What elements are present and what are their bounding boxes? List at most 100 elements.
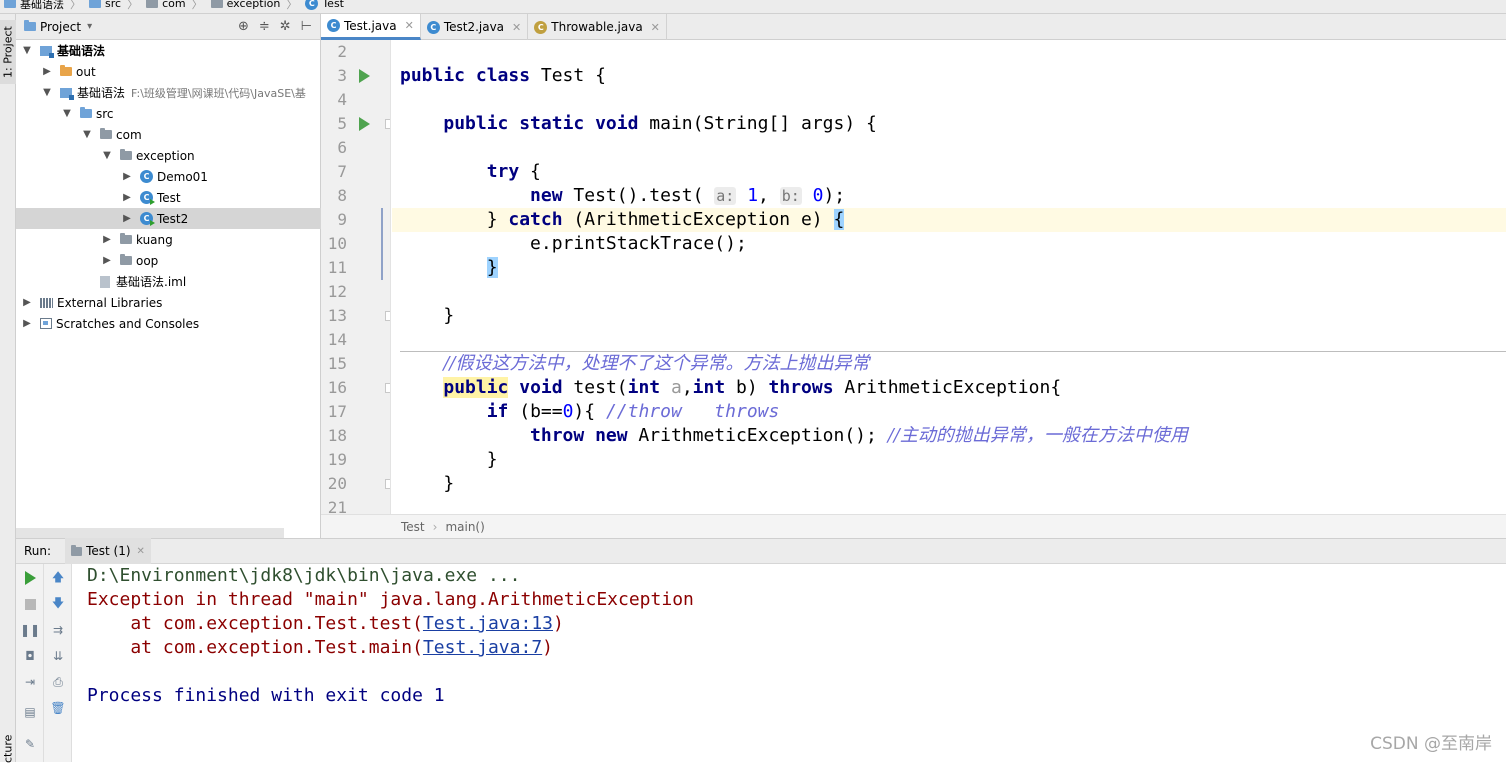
layout-icon[interactable]: ▤: [22, 704, 38, 720]
folder-blue-icon: [80, 107, 92, 118]
package-icon: [120, 254, 132, 265]
chevron-right-icon[interactable]: ▶: [120, 192, 134, 203]
chevron-right-icon[interactable]: ▶: [20, 318, 34, 329]
chevron-right-icon[interactable]: ▶: [120, 213, 134, 224]
trash-icon[interactable]: 🗑: [50, 700, 66, 716]
hide-icon[interactable]: ⊢: [301, 19, 312, 34]
tab-throwable-java[interactable]: C Throwable.java ✕: [528, 14, 667, 40]
collapse-icon[interactable]: ≑: [259, 19, 270, 34]
line-number: 15: [327, 354, 347, 373]
tree-item[interactable]: ▶ External Libraries: [16, 292, 321, 313]
close-icon[interactable]: ✕: [405, 19, 414, 32]
pause-icon[interactable]: ❚❚: [20, 622, 40, 638]
arrow-down-icon[interactable]: 🡇: [50, 596, 66, 612]
tree-item[interactable]: ▼ com: [16, 124, 321, 145]
project-panel-title[interactable]: Project: [40, 20, 81, 34]
horizontal-scrollbar[interactable]: [16, 528, 284, 538]
breadcrumb-item[interactable]: C Test: [301, 0, 348, 10]
gear-icon[interactable]: ✲: [280, 19, 291, 34]
exit-icon[interactable]: ⇥: [22, 674, 38, 690]
code-line: if (b==0){ //throw throws: [486, 401, 780, 422]
chevron-down-icon[interactable]: ▼: [20, 45, 34, 56]
fold-marker-icon[interactable]: [385, 383, 390, 393]
tree-item[interactable]: ▶ kuang: [16, 229, 321, 250]
tree-item[interactable]: ▶ out: [16, 61, 321, 82]
code-line: public void test(int a,int b) throws Ari…: [443, 377, 1062, 398]
chevron-right-icon[interactable]: ▶: [100, 234, 114, 245]
fold-marker-icon[interactable]: [385, 479, 390, 489]
close-icon[interactable]: ✕: [137, 546, 145, 557]
tab-test2-java[interactable]: C Test2.java ✕: [421, 14, 529, 40]
breadcrumb-class[interactable]: Test: [401, 520, 425, 534]
tree-item[interactable]: ▼ exception: [16, 145, 321, 166]
code-line: //假设这方法中，处理不了这个异常。方法上抛出异常: [443, 353, 870, 374]
breadcrumb-item[interactable]: 基础语法〉: [0, 0, 85, 12]
tree-item[interactable]: ▶ Scratches and Consoles: [16, 313, 321, 334]
stack-trace-link[interactable]: Test.java:13: [423, 613, 553, 634]
arrow-up-icon[interactable]: 🡅: [50, 570, 66, 586]
print-icon[interactable]: ⎙: [50, 674, 66, 690]
run-gutter-icon[interactable]: [359, 69, 370, 83]
class-icon: C: [305, 0, 319, 10]
code-line: public static void main(String[] args) {: [443, 113, 877, 134]
fold-marker-icon[interactable]: [385, 311, 390, 321]
breadcrumb-item[interactable]: src 〉: [85, 0, 142, 12]
fold-marker-icon[interactable]: [385, 119, 390, 129]
tree-item[interactable]: ▼ 基础语法 F:\班级管理\网课班\代码\JavaSE\基: [16, 82, 321, 103]
code-line: public class Test {: [400, 65, 606, 86]
left-tool-strip: 1: Project cture: [0, 14, 16, 764]
chevron-right-icon[interactable]: ▶: [20, 297, 34, 308]
structure-tool-tab[interactable]: cture: [0, 734, 16, 764]
folder-icon: [89, 0, 101, 8]
soft-wrap-icon[interactable]: ⇉: [50, 622, 66, 638]
stack-trace-link[interactable]: Test.java:7: [423, 637, 542, 658]
line-number: 9: [337, 210, 347, 229]
tree-item[interactable]: ▼ 基础语法: [16, 40, 321, 61]
code-line: try {: [486, 161, 541, 182]
chevron-down-icon[interactable]: ▾: [87, 21, 92, 32]
package-icon: [120, 233, 132, 244]
vcs-change-marker[interactable]: [381, 208, 383, 280]
breadcrumb-method[interactable]: main(): [445, 520, 484, 534]
chevron-down-icon[interactable]: ▼: [40, 87, 54, 98]
dump-threads-icon[interactable]: ◘: [22, 648, 38, 664]
run-toolbar-primary: ❚❚ ◘ ⇥ ▤ ✎: [16, 564, 44, 762]
console-output[interactable]: D:\Environment\jdk8\jdk\bin\java.exe ...…: [72, 564, 1506, 762]
line-number: 17: [327, 402, 347, 421]
console-exception-line: Exception in thread "main" java.lang.Ari…: [87, 589, 694, 610]
chevron-down-icon[interactable]: ▼: [80, 129, 94, 140]
chevron-right-icon[interactable]: ▶: [120, 171, 134, 182]
run-gutter-icon[interactable]: [359, 117, 370, 131]
tree-item[interactable]: ▶ C Test2: [16, 208, 321, 229]
watermark: CSDN @至南岸: [1370, 734, 1492, 754]
stop-icon[interactable]: [22, 596, 38, 612]
line-number: 21: [327, 498, 347, 514]
chevron-right-icon[interactable]: ▶: [40, 66, 54, 77]
tree-item[interactable]: ▼ src: [16, 103, 321, 124]
code-editor[interactable]: public class Test { public static void m…: [392, 40, 1506, 514]
close-icon[interactable]: ✕: [651, 21, 660, 34]
tab-run-test[interactable]: Test (1) ✕: [65, 538, 151, 564]
tree-item[interactable]: 基础语法.iml: [16, 271, 321, 292]
project-tool-tab[interactable]: 1: Project: [0, 20, 16, 84]
rerun-icon[interactable]: [22, 570, 38, 586]
pin-icon[interactable]: ✎: [22, 736, 38, 752]
close-icon[interactable]: ✕: [512, 21, 521, 34]
tree-item[interactable]: ▶ C Demo01: [16, 166, 321, 187]
breadcrumb-item[interactable]: com 〉: [142, 0, 207, 12]
scroll-to-end-icon[interactable]: ⇊: [50, 648, 66, 664]
chevron-down-icon[interactable]: ▼: [100, 150, 114, 161]
tree-item-label: src: [96, 106, 114, 121]
chevron-right-icon[interactable]: ▶: [100, 255, 114, 266]
line-number: 5: [337, 114, 347, 133]
tree-item[interactable]: ▶ oop: [16, 250, 321, 271]
tab-test-java[interactable]: C Test.java ✕: [321, 14, 421, 40]
tree-item[interactable]: ▶ C Test: [16, 187, 321, 208]
tree-item-label: 基础语法: [57, 44, 106, 58]
tree-item-label: Test: [157, 190, 181, 205]
breadcrumb-item[interactable]: exception 〉: [207, 0, 302, 12]
locate-icon[interactable]: ⊕: [238, 19, 249, 34]
code-line: }: [400, 305, 455, 326]
run-panel-label: Run:: [24, 544, 52, 558]
chevron-down-icon[interactable]: ▼: [60, 108, 74, 119]
